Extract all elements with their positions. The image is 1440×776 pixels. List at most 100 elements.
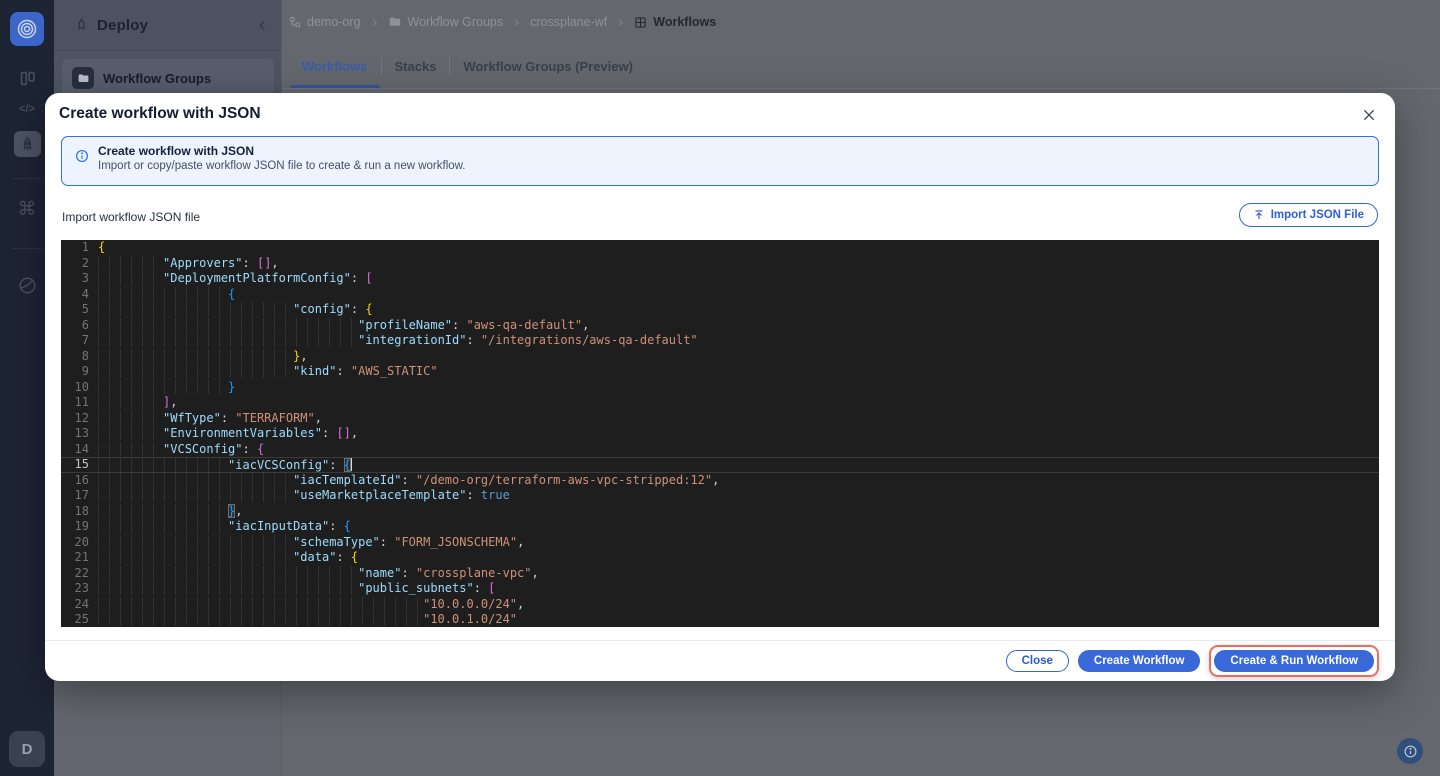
collapse-sidebar-icon[interactable] [256, 19, 269, 32]
grid-icon [634, 16, 647, 29]
code-line[interactable]: 16 "iacTemplateId": "/demo-org/terraform… [61, 473, 1379, 489]
code-line[interactable]: 4 { [61, 287, 1379, 303]
tab-workflows[interactable]: Workflows [289, 44, 381, 88]
folder-icon [388, 15, 402, 29]
line-number: 6 [61, 318, 89, 334]
close-button[interactable]: Close [1006, 650, 1069, 672]
code-line[interactable]: 9 "kind": "AWS_STATIC" [61, 364, 1379, 380]
line-number: 1 [61, 240, 89, 256]
code-line[interactable]: 3 "DeploymentPlatformConfig": [ [61, 271, 1379, 287]
import-json-file-button[interactable]: Import JSON File [1239, 203, 1378, 227]
modal-title: Create workflow with JSON [59, 105, 261, 123]
code-line[interactable]: 22 "name": "crossplane-vpc", [61, 566, 1379, 582]
code-line[interactable]: 10 } [61, 380, 1379, 396]
code-line[interactable]: 14 "VCSConfig": { [61, 442, 1379, 458]
line-number: 19 [61, 519, 89, 535]
indent-guides [98, 488, 293, 502]
indent-guides [98, 333, 358, 347]
chevron-right-icon [512, 18, 521, 27]
line-number: 3 [61, 271, 89, 287]
code-line[interactable]: 2 "Approvers": [], [61, 256, 1379, 272]
close-icon[interactable] [1356, 102, 1382, 128]
tab-stacks[interactable]: Stacks [382, 44, 450, 88]
code-line[interactable]: 11 ], [61, 395, 1379, 411]
code-line[interactable]: 1{ [61, 240, 1379, 256]
line-number: 24 [61, 597, 89, 613]
help-button[interactable] [1397, 738, 1423, 764]
line-number: 12 [61, 411, 89, 427]
line-number: 18 [61, 504, 89, 520]
create-workflow-button[interactable]: Create Workflow [1078, 650, 1201, 672]
breadcrumb-item[interactable]: Workflows [634, 15, 716, 29]
indent-guides [98, 581, 358, 595]
breadcrumb-item[interactable]: crossplane-wf [530, 15, 607, 29]
code-line[interactable]: 25 "10.0.1.0/24" [61, 612, 1379, 627]
text-cursor [351, 458, 353, 471]
rocket-icon[interactable] [14, 131, 41, 157]
code-line[interactable]: 12 "WfType": "TERRAFORM", [61, 411, 1379, 427]
indent-guides [98, 411, 163, 425]
tab-workflow-groups-preview[interactable]: Workflow Groups (Preview) [450, 44, 646, 88]
code-line[interactable]: 20 "schemaType": "FORM_JSONSCHEMA", [61, 535, 1379, 551]
create-and-run-workflow-button[interactable]: Create & Run Workflow [1214, 650, 1374, 672]
indent-guides [98, 380, 228, 394]
code-line[interactable]: 15 "iacVCSConfig": { [61, 457, 1379, 473]
sidebar-item-workflow-groups[interactable]: Workflow Groups [62, 59, 274, 97]
annotation-highlight-box: Create & Run Workflow [1209, 645, 1379, 677]
app-logo[interactable] [10, 12, 44, 46]
app-window: </> ⌘ D Deploy [0, 0, 1440, 776]
line-number: 2 [61, 256, 89, 272]
code-line[interactable]: 13 "EnvironmentVariables": [], [61, 426, 1379, 442]
line-number: 11 [61, 395, 89, 411]
line-number: 10 [61, 380, 89, 396]
code-line[interactable]: 19 "iacInputData": { [61, 519, 1379, 535]
line-number: 21 [61, 550, 89, 566]
code-line[interactable]: 17 "useMarketplaceTemplate": true [61, 488, 1379, 504]
code-line[interactable]: 21 "data": { [61, 550, 1379, 566]
chevron-right-icon [370, 18, 379, 27]
breadcrumb-label: Workflows [653, 15, 716, 29]
code-line[interactable]: 18 }, [61, 504, 1379, 520]
line-number: 20 [61, 535, 89, 551]
line-number: 7 [61, 333, 89, 349]
folder-icon [72, 67, 94, 89]
line-number: 16 [61, 473, 89, 489]
line-number: 17 [61, 488, 89, 504]
banner-title: Create workflow with JSON [98, 144, 254, 158]
user-avatar[interactable]: D [9, 731, 45, 767]
code-line[interactable]: 8 }, [61, 349, 1379, 365]
code-line[interactable]: 23 "public_subnets": [ [61, 581, 1379, 597]
json-code-editor[interactable]: 1{2 "Approvers": [],3 "DeploymentPlatfor… [61, 240, 1379, 627]
indent-guides [98, 519, 228, 533]
indent-guides [98, 318, 358, 332]
line-number: 14 [61, 442, 89, 458]
line-number: 5 [61, 302, 89, 318]
line-number: 22 [61, 566, 89, 582]
line-number: 25 [61, 612, 89, 627]
code-line[interactable]: 24 "10.0.0.0/24", [61, 597, 1379, 613]
rail-divider [12, 178, 42, 179]
code-line[interactable]: 5 "config": { [61, 302, 1379, 318]
breadcrumb-item[interactable]: Workflow Groups [388, 15, 504, 29]
org-icon [289, 16, 301, 28]
tab-bar: WorkflowsStacksWorkflow Groups (Preview) [283, 44, 1440, 89]
banner-description: Import or copy/paste workflow JSON file … [98, 160, 466, 172]
indent-guides [98, 256, 163, 270]
breadcrumb-label: demo-org [307, 15, 361, 29]
indent-guides [98, 597, 423, 611]
stacks-icon[interactable] [0, 67, 54, 89]
indent-guides [98, 364, 293, 378]
line-number: 4 [61, 287, 89, 303]
breadcrumb-item[interactable]: demo-org [289, 15, 361, 29]
indent-guides [98, 550, 293, 564]
indent-guides [98, 504, 228, 518]
sidebar-header: Deploy [54, 0, 281, 51]
create-workflow-json-modal: Create workflow with JSON Create workflo… [45, 93, 1395, 681]
code-line[interactable]: 6 "profileName": "aws-qa-default", [61, 318, 1379, 334]
info-icon [1403, 744, 1418, 759]
line-number: 9 [61, 364, 89, 380]
indent-guides [98, 349, 293, 363]
indent-guides [98, 302, 293, 316]
code-line[interactable]: 7 "integrationId": "/integrations/aws-qa… [61, 333, 1379, 349]
sidebar-item-label: Workflow Groups [103, 71, 211, 86]
